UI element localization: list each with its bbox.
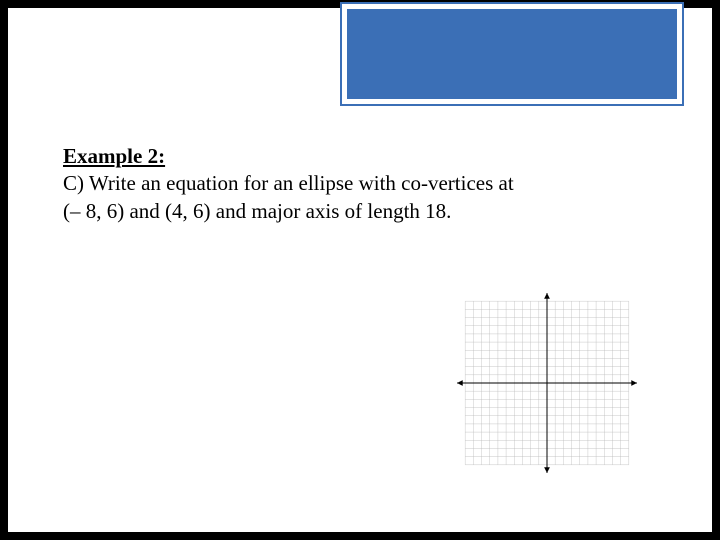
arrow-up-icon	[544, 293, 550, 299]
arrow-left-icon	[457, 380, 463, 386]
arrow-down-icon	[544, 467, 550, 473]
prompt-line-2: (– 8, 6) and (4, 6) and major axis of le…	[63, 199, 451, 223]
coordinate-grid	[457, 293, 637, 473]
title-box	[342, 4, 682, 104]
arrow-right-icon	[631, 380, 637, 386]
slide: Example 2: C) Write an equation for an e…	[8, 8, 712, 532]
prompt-line-1: C) Write an equation for an ellipse with…	[63, 171, 514, 195]
grid-svg	[457, 293, 637, 473]
content-block: Example 2: C) Write an equation for an e…	[63, 143, 657, 225]
example-label: Example 2:	[63, 144, 165, 168]
